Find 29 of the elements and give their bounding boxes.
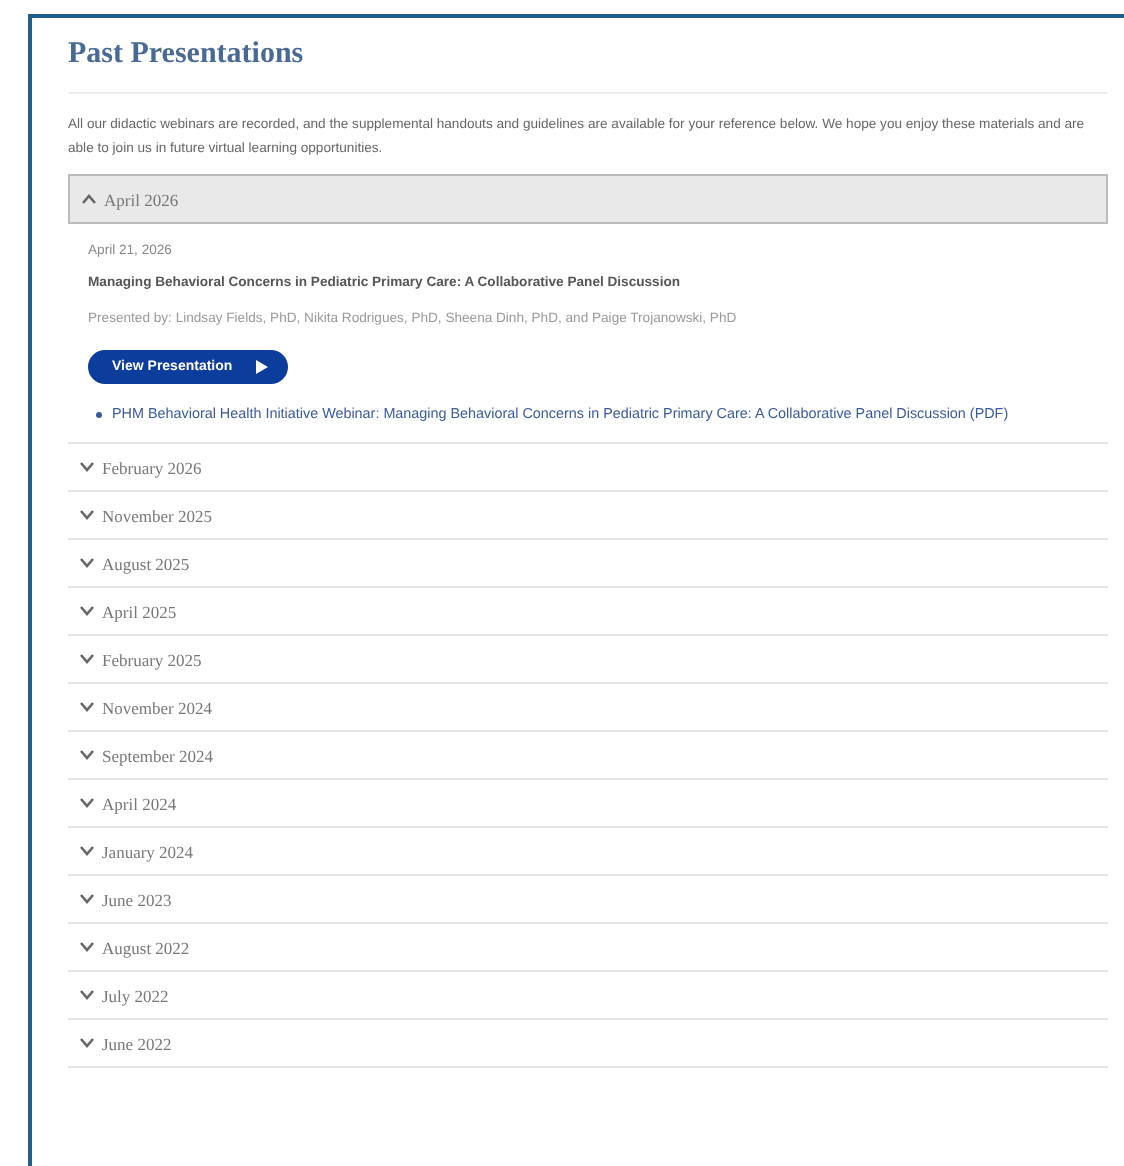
- accordion-header[interactable]: August 2022: [68, 924, 1108, 972]
- accordion-label: November 2025: [102, 505, 213, 525]
- accordion-label: June 2022: [102, 1033, 172, 1053]
- accordion-label: June 2023: [102, 889, 172, 909]
- accordion-label: April 2026: [104, 189, 179, 209]
- page-title: Past Presentations: [68, 38, 1108, 94]
- accordion-header[interactable]: July 2022: [68, 972, 1108, 1020]
- accordion-header[interactable]: January 2024: [68, 828, 1108, 876]
- accordion-label: February 2025: [102, 649, 202, 669]
- accordion-label: August 2022: [102, 937, 190, 957]
- accordion-header[interactable]: February 2026: [68, 444, 1108, 492]
- accordion-header[interactable]: April 2024: [68, 780, 1108, 828]
- accordion-header[interactable]: August 2025: [68, 540, 1108, 588]
- accordion-label: July 2022: [102, 985, 169, 1005]
- accordion-header[interactable]: June 2022: [68, 1020, 1108, 1068]
- accordion-header[interactable]: November 2025: [68, 492, 1108, 540]
- accordion-label: November 2024: [102, 697, 213, 717]
- accordion-header[interactable]: November 2024: [68, 684, 1108, 732]
- accordion-header[interactable]: June 2023: [68, 876, 1108, 924]
- accordion-label: August 2025: [102, 553, 190, 573]
- accordion-label: February 2026: [102, 457, 202, 477]
- accordion-header[interactable]: September 2024: [68, 732, 1108, 780]
- accordion-label: September 2024: [102, 745, 213, 765]
- accordion-header[interactable]: April 2026: [68, 174, 1108, 224]
- accordion-header[interactable]: February 2025: [68, 636, 1108, 684]
- accordion-label: April 2024: [102, 793, 177, 813]
- accordion-label: April 2025: [102, 601, 177, 621]
- accordion-header[interactable]: April 2025: [68, 588, 1108, 636]
- accordion-label: January 2024: [102, 841, 194, 861]
